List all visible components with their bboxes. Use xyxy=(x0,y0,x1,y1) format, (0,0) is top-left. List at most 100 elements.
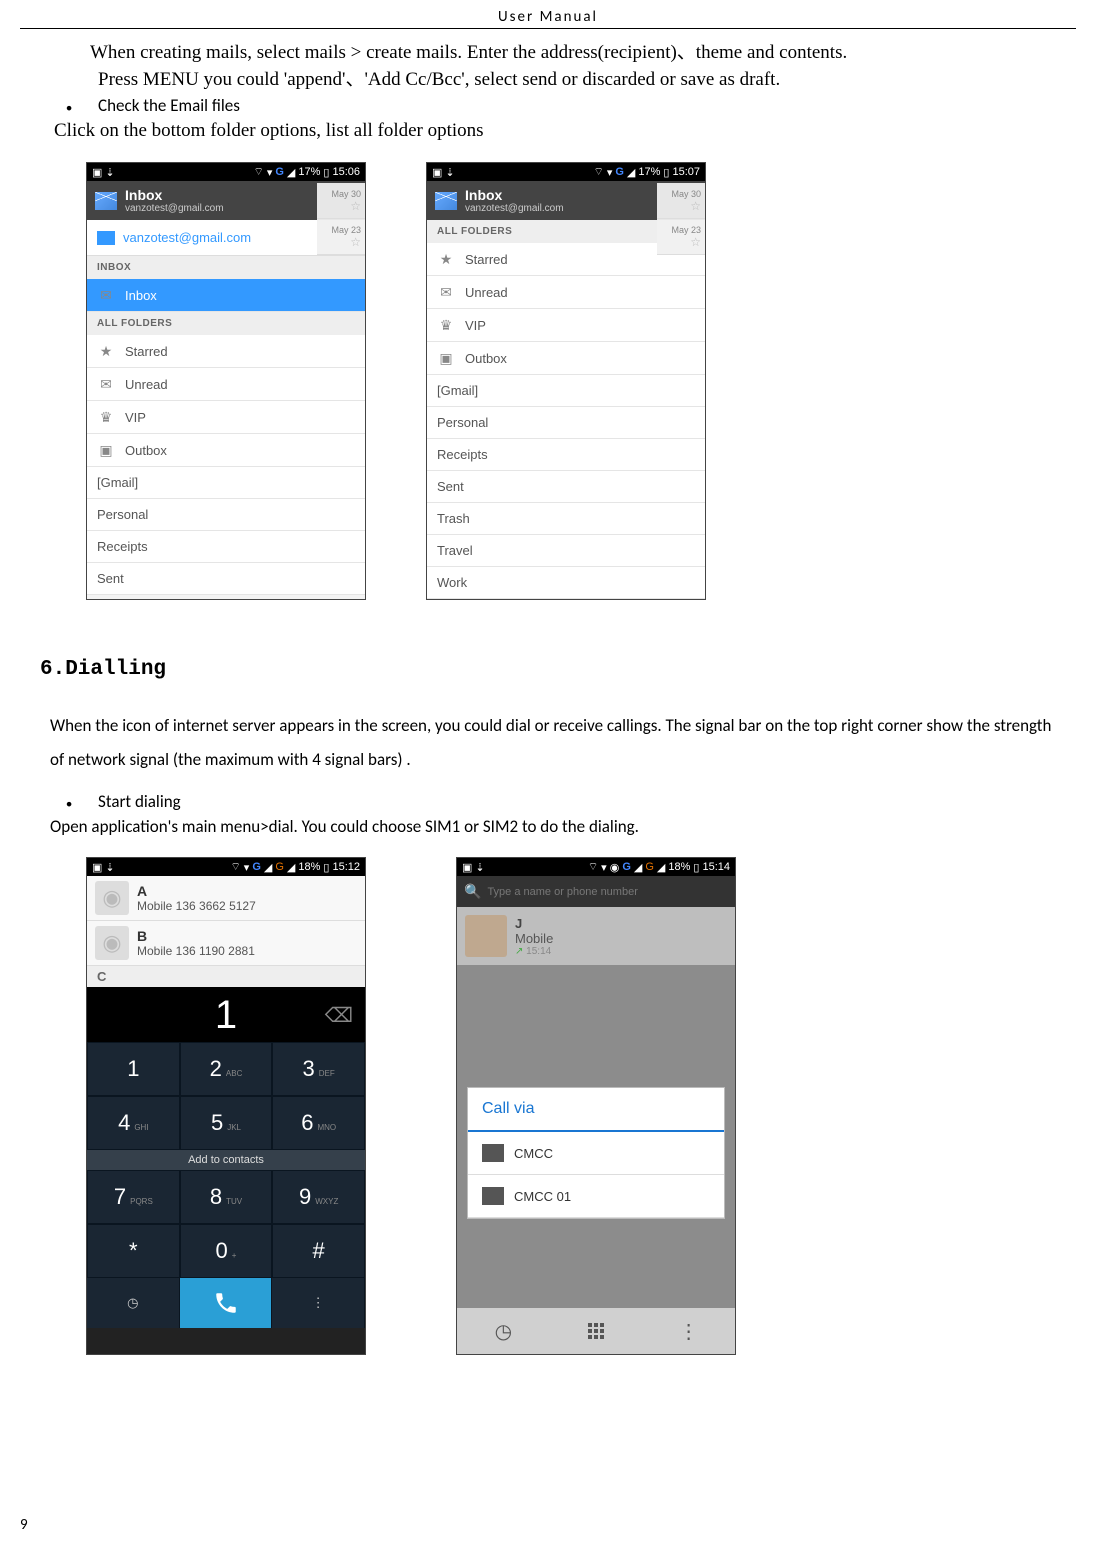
key-6[interactable]: 6MNO xyxy=(272,1096,365,1150)
status-bar: ▣⇣ ⌔▾ G ◢ G ◢ 18%▯ 15:12 xyxy=(87,858,365,876)
g-icon: G xyxy=(622,861,631,873)
folder-personal[interactable]: Personal xyxy=(87,499,365,531)
folder-sent[interactable]: Sent xyxy=(427,471,705,503)
phone-sim-select: ▣⇣ ⌔▾ ◉ G ◢ G ◢ 18%▯ 15:14 🔍 Type a name… xyxy=(456,857,736,1355)
g-icon: G xyxy=(252,861,261,873)
folder-vip[interactable]: ♛VIP xyxy=(427,309,705,342)
key-star[interactable]: * xyxy=(87,1224,180,1278)
folder-starred[interactable]: ★Starred xyxy=(87,335,365,368)
outbox-icon: ▣ xyxy=(437,350,455,366)
key-sub: + xyxy=(232,1251,237,1260)
key-sub: GHI xyxy=(134,1123,148,1132)
key-7[interactable]: 7PQRS xyxy=(87,1170,180,1224)
battery-icon: ▯ xyxy=(323,166,329,179)
star-icon[interactable]: ☆ xyxy=(350,199,361,213)
star-icon: ★ xyxy=(437,251,455,267)
folder-outbox[interactable]: ▣Outbox xyxy=(87,434,365,467)
key-0[interactable]: 0+ xyxy=(180,1224,273,1278)
menu-button[interactable]: ⋮ xyxy=(642,1308,735,1354)
key-num: 0 xyxy=(216,1238,228,1263)
folder-outbox[interactable]: ▣ Outbox xyxy=(427,342,705,375)
sim-cmcc01[interactable]: CMCC 01 xyxy=(468,1175,724,1218)
star-icon[interactable]: ☆ xyxy=(690,199,701,213)
date2: May 23 xyxy=(671,225,701,235)
backspace-icon[interactable]: ⌫ xyxy=(325,1003,353,1028)
folder-gmail[interactable]: [Gmail] xyxy=(427,375,705,407)
folder-label: Outbox xyxy=(465,351,507,366)
folder-receipts[interactable]: Receipts xyxy=(427,439,705,471)
folder-gmail[interactable]: [Gmail] xyxy=(87,467,365,499)
folder-unread[interactable]: ✉Unread xyxy=(427,276,705,309)
folder-travel[interactable]: Travel xyxy=(427,535,705,567)
menu-button[interactable]: ⋮ xyxy=(272,1278,365,1328)
key-hash[interactable]: # xyxy=(272,1224,365,1278)
folder-label: Starred xyxy=(465,252,508,267)
key-2[interactable]: 2ABC xyxy=(180,1042,273,1096)
contact-number: Mobile 136 3662 5127 xyxy=(137,899,256,913)
star-icon[interactable]: ☆ xyxy=(350,235,361,249)
folder-unread[interactable]: ✉Unread xyxy=(87,368,365,401)
mail-icon xyxy=(435,192,457,210)
folder-label: Inbox xyxy=(125,288,157,303)
battery-pct: 17% xyxy=(638,166,660,178)
folder-label: Sent xyxy=(437,479,464,494)
page-number: 9 xyxy=(20,1516,28,1534)
dialog-title: Call via xyxy=(468,1088,724,1132)
section-6-heading: 6.Dialling xyxy=(40,658,1066,681)
inbox-email: vanzotest@gmail.com xyxy=(125,203,224,214)
call-button[interactable] xyxy=(180,1278,273,1328)
folder-label: Unread xyxy=(125,377,168,392)
section-6-body: When the icon of internet server appears… xyxy=(50,709,1066,777)
folder-vip[interactable]: ♛ VIP xyxy=(87,401,365,434)
folder-label: Travel xyxy=(437,543,473,558)
key-num: 8 xyxy=(210,1184,222,1209)
wifi2-icon: ◉ xyxy=(610,861,620,874)
history-button[interactable]: ◷ xyxy=(87,1278,180,1328)
avatar-icon xyxy=(465,915,507,957)
key-4[interactable]: 4GHI xyxy=(87,1096,180,1150)
clock: 15:12 xyxy=(332,861,360,873)
search-row[interactable]: 🔍 Type a name or phone number xyxy=(457,876,735,907)
notif-icon2: ⇣ xyxy=(475,861,484,874)
bullet-dot: ● xyxy=(66,797,72,810)
folder-inbox[interactable]: ✉ Inbox xyxy=(87,279,365,312)
history-button[interactable]: ◷ xyxy=(457,1308,550,1354)
clock: 15:06 xyxy=(332,166,360,178)
email-screenshots: ▣ ⇣ ⌔ ▾ G ◢ 17% ▯ 15:06 Inbox vanzotest@… xyxy=(86,162,1066,600)
key-9[interactable]: 9WXYZ xyxy=(272,1170,365,1224)
star-icon[interactable]: ☆ xyxy=(690,235,701,249)
key-sub: DEF xyxy=(319,1069,335,1078)
folder-label: VIP xyxy=(125,410,146,425)
dialpad-button[interactable] xyxy=(550,1308,643,1354)
key-3[interactable]: 3DEF xyxy=(272,1042,365,1096)
all-folders-label: ALL FOLDERS xyxy=(87,312,365,335)
folder-label: Sent xyxy=(97,571,124,586)
bt-icon: ⌔ xyxy=(253,165,263,179)
folder-work[interactable]: Work xyxy=(427,567,705,599)
call-via-dialog: Call via CMCC CMCC 01 xyxy=(467,1087,725,1219)
key-8[interactable]: 8 TUV xyxy=(180,1170,273,1224)
sim-cmcc[interactable]: CMCC xyxy=(468,1132,724,1175)
key-num: 9 xyxy=(299,1184,311,1209)
content: When creating mails, select mails > crea… xyxy=(0,29,1096,1355)
contact-b[interactable]: ◉ BMobile 136 1190 2881 xyxy=(87,921,365,966)
folder-sent[interactable]: Sent xyxy=(87,563,365,595)
bottom-bar: ◷ ⋮ xyxy=(87,1278,365,1328)
folder-receipts[interactable]: Receipts xyxy=(87,531,365,563)
key-1[interactable]: 1 xyxy=(87,1042,180,1096)
key-sub: JKL xyxy=(227,1123,241,1132)
key-sub: TUV xyxy=(226,1197,242,1206)
signal-icon: ◢ xyxy=(634,861,642,874)
contact-a[interactable]: ◉ AMobile 136 3662 5127 xyxy=(87,876,365,921)
outbox-icon: ▣ xyxy=(97,442,115,458)
date-strip: May 30☆ May 23☆ xyxy=(657,183,705,255)
folder-label: Receipts xyxy=(97,539,148,554)
add-to-contacts[interactable]: Add to contacts xyxy=(87,1150,365,1170)
folder-trash[interactable]: Trash xyxy=(427,503,705,535)
mail-icon xyxy=(95,192,117,210)
folder-personal[interactable]: Personal xyxy=(427,407,705,439)
key-5[interactable]: 5JKL xyxy=(180,1096,273,1150)
bt-icon: ⌔ xyxy=(593,165,603,179)
crown-icon: ♛ xyxy=(97,409,115,425)
recent-j[interactable]: J Mobile ↗ 15:14 xyxy=(457,907,735,965)
